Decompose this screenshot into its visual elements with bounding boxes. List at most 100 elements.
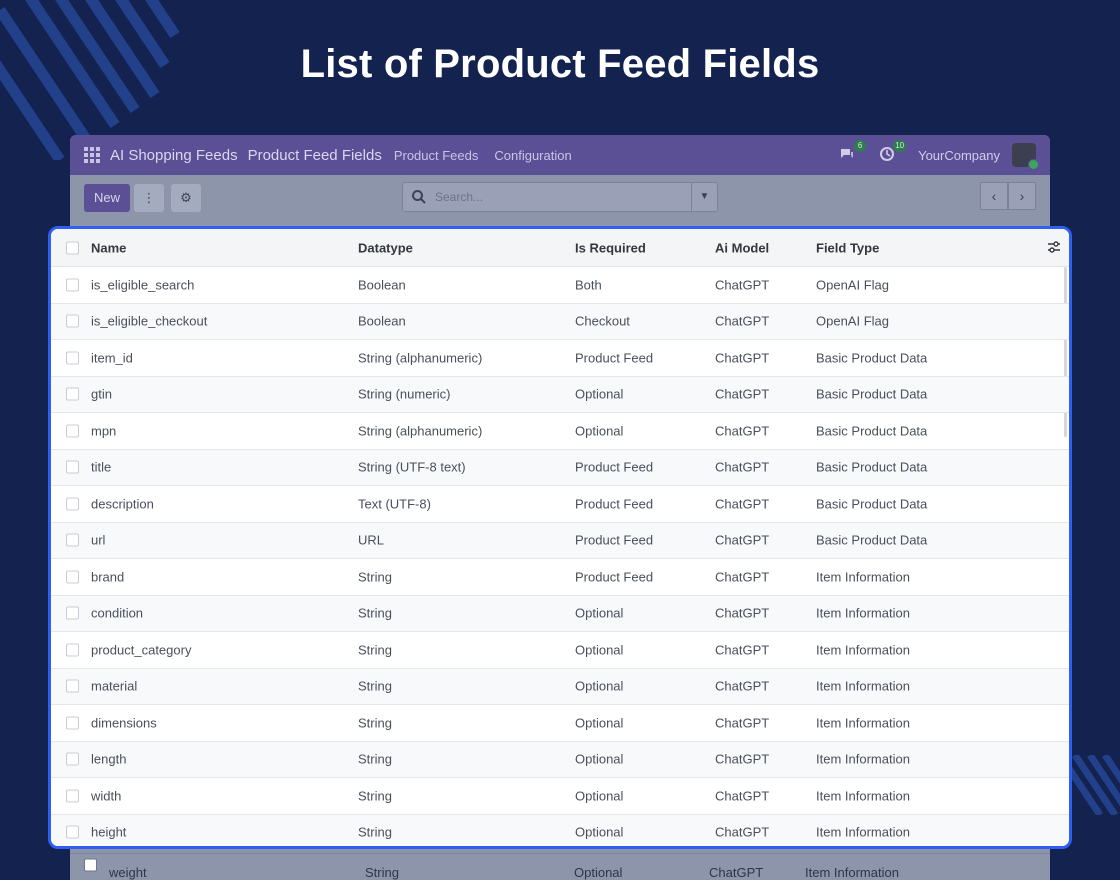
pager-next-button[interactable]: › [1008, 182, 1036, 210]
pager-previous-button[interactable]: ‹ [980, 182, 1008, 210]
table-row[interactable]: weight String Optional ChatGPT Item Info… [70, 853, 1050, 880]
table-row[interactable]: mpn String (alphanumeric) Optional ChatGPT B… [51, 413, 1069, 450]
cell-is-required: Optional [575, 605, 624, 621]
search-placeholder: Search... [435, 190, 484, 204]
cell-is-required: Product Feed [575, 532, 654, 548]
cell-is-required: Product Feed [575, 496, 654, 512]
row-checkbox[interactable] [66, 606, 79, 620]
control-panel: New ⋮ ⚙ Search... ▼ ‹ › [70, 175, 1050, 225]
cell-ai-model: ChatGPT [715, 313, 770, 329]
column-header-datatype[interactable]: Datatype [358, 240, 413, 255]
cell-is-required: Optional [575, 824, 624, 840]
row-checkbox[interactable] [66, 387, 79, 401]
table-row[interactable]: height String Optional ChatGPT Item Informat… [51, 814, 1069, 846]
cell-field-type: Item Information [816, 605, 910, 621]
row-checkbox[interactable] [66, 789, 79, 803]
column-header-field-type[interactable]: Field Type [816, 240, 879, 255]
table-row[interactable]: dimensions String Optional ChatGPT Item Info… [51, 705, 1069, 742]
table-row[interactable]: gtin String (numeric) Optional ChatGPT Basic… [51, 376, 1069, 413]
row-checkbox[interactable] [66, 570, 79, 584]
table-row[interactable]: url URL Product Feed ChatGPT Basic Product D… [51, 522, 1069, 559]
cell-datatype: Text (UTF-8) [358, 496, 431, 512]
row-checkbox[interactable] [66, 752, 79, 766]
cell-datatype: String (UTF-8 text) [358, 459, 466, 475]
messages-icon[interactable]: 6 [838, 140, 867, 164]
cell-ai-model: ChatGPT [715, 642, 770, 658]
navbar: AI Shopping Feeds Product Feed Fields Pr… [70, 135, 1050, 175]
new-button[interactable]: New [84, 184, 131, 212]
cell-datatype: URL [358, 532, 385, 548]
column-header-name[interactable]: Name [91, 240, 126, 255]
cell-datatype: String [358, 751, 392, 767]
cell-is-required: Both [575, 277, 602, 293]
cell-field-type: OpenAI Flag [816, 313, 889, 329]
row-checkbox[interactable] [66, 278, 79, 292]
row-checkbox[interactable] [66, 643, 79, 657]
table-row[interactable]: is_eligible_search Boolean Both ChatGPT Open… [51, 267, 1069, 304]
search-input[interactable]: Search... ▼ [402, 182, 718, 212]
row-checkbox[interactable] [66, 351, 79, 365]
cell-is-required: Optional [575, 788, 624, 804]
column-header-is-required[interactable]: Is Required [575, 240, 646, 255]
table-row[interactable]: length String Optional ChatGPT Item Informat… [51, 741, 1069, 778]
cell-name: product_category [91, 642, 192, 658]
nav-page-name[interactable]: Product Feed Fields [248, 147, 382, 164]
search-dropdown-toggle[interactable]: ▼ [691, 183, 717, 211]
company-switcher[interactable]: YourCompany [918, 148, 1000, 163]
cell-field-type: OpenAI Flag [816, 277, 889, 293]
cell-name: brand [91, 569, 125, 585]
table-row[interactable]: is_eligible_checkout Boolean Checkout ChatG… [51, 303, 1069, 340]
cell-field-type: Item Information [816, 569, 910, 585]
nav-menu-configuration[interactable]: Configuration [494, 148, 571, 163]
cell-field-type: Item Information [816, 751, 910, 767]
table-row[interactable]: product_category String Optional ChatGPT Ite… [51, 632, 1069, 669]
row-checkbox[interactable] [66, 424, 79, 438]
actions-menu-button[interactable]: ⋮ [134, 184, 164, 212]
table-row[interactable]: brand String Product Feed ChatGPT Item Infor… [51, 559, 1069, 596]
cell-datatype: String [365, 865, 399, 880]
cell-field-type: Basic Product Data [816, 496, 928, 512]
row-checkbox[interactable] [66, 497, 79, 511]
cell-field-type: Basic Product Data [816, 386, 928, 402]
apps-grid-icon[interactable] [84, 147, 100, 163]
row-checkbox[interactable] [66, 314, 79, 328]
row-checkbox[interactable] [66, 460, 79, 474]
settings-button[interactable]: ⚙ [171, 184, 201, 212]
row-checkbox[interactable] [66, 533, 79, 547]
nav-app-name[interactable]: AI Shopping Feeds [110, 147, 238, 164]
row-checkbox[interactable] [84, 858, 97, 872]
cell-datatype: Boolean [358, 277, 406, 293]
cell-ai-model: ChatGPT [715, 423, 770, 439]
activities-clock-icon[interactable]: 10 [878, 140, 907, 164]
cell-is-required: Product Feed [575, 350, 654, 366]
cell-name: title [91, 459, 112, 475]
column-header-ai-model[interactable]: Ai Model [715, 240, 769, 255]
table-row[interactable]: material String Optional ChatGPT Item Inform… [51, 668, 1069, 705]
cell-name: is_eligible_checkout [91, 313, 208, 329]
cell-field-type: Basic Product Data [816, 350, 928, 366]
nav-menu-product-feeds[interactable]: Product Feeds [394, 148, 479, 163]
table-row[interactable]: width String Optional ChatGPT Item Informati… [51, 778, 1069, 815]
cell-name: height [91, 824, 127, 840]
cell-name: gtin [91, 386, 112, 402]
table-row[interactable]: item_id String (alphanumeric) Product Feed… [51, 340, 1069, 377]
page-title: List of Product Feed Fields [300, 42, 820, 86]
cell-field-type: Item Information [805, 865, 899, 880]
table-row[interactable]: title String (UTF-8 text) Product Feed Chat… [51, 449, 1069, 486]
cell-ai-model: ChatGPT [715, 277, 770, 293]
cell-ai-model: ChatGPT [715, 788, 770, 804]
cell-ai-model: ChatGPT [715, 605, 770, 621]
row-checkbox[interactable] [66, 679, 79, 693]
table-row[interactable]: condition String Optional ChatGPT Item Infor… [51, 595, 1069, 632]
row-checkbox[interactable] [66, 825, 79, 839]
search-icon [412, 190, 426, 204]
cell-name: width [91, 788, 122, 804]
table-row[interactable]: description Text (UTF-8) Product Feed ChatG… [51, 486, 1069, 523]
optional-columns-icon[interactable] [1047, 240, 1061, 254]
user-avatar[interactable] [1012, 143, 1039, 170]
cell-is-required: Optional [575, 715, 624, 731]
cell-field-type: Item Information [816, 715, 910, 731]
row-checkbox[interactable] [66, 716, 79, 730]
cell-is-required: Optional [575, 678, 624, 694]
select-all-checkbox[interactable] [66, 241, 79, 254]
